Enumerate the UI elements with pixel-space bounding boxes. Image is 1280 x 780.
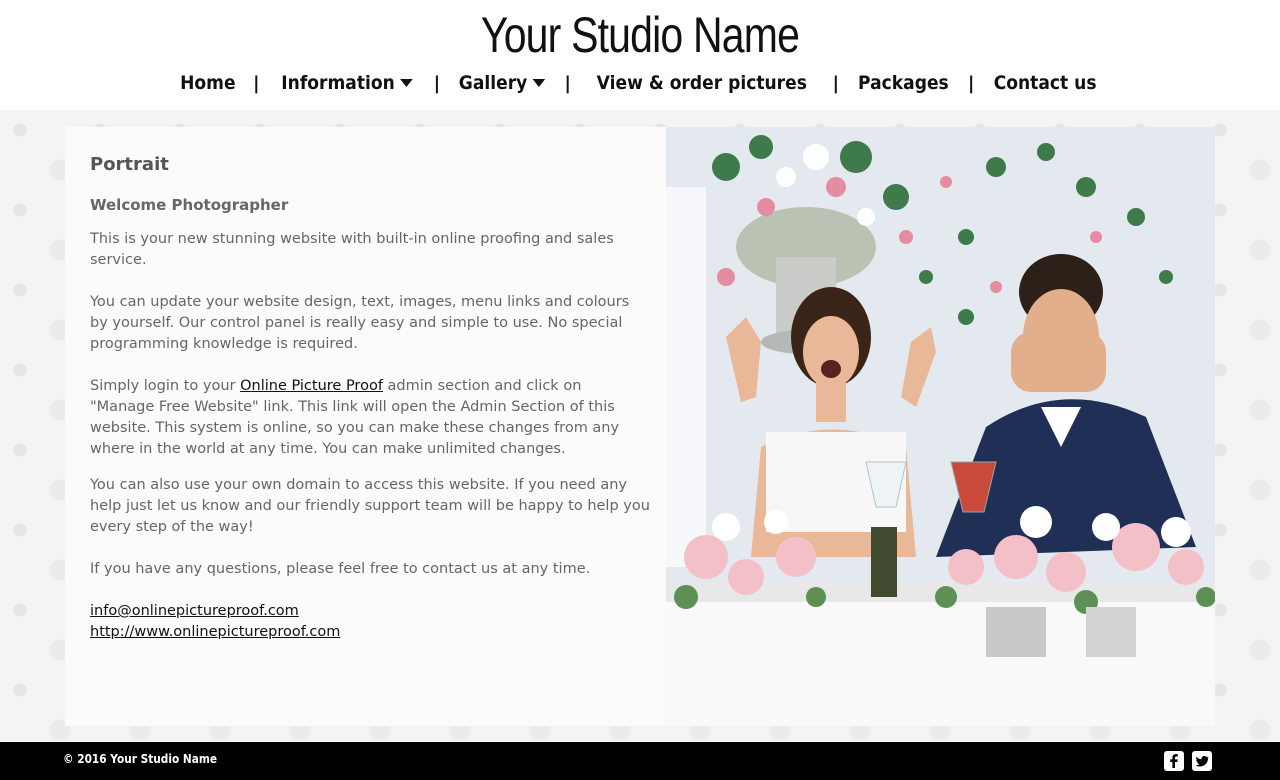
nav-information-label: Information (280, 72, 395, 94)
email-link[interactable]: info@onlinepictureproof.com (90, 601, 650, 622)
nav-packages-label: Packages (858, 72, 949, 94)
nav-packages[interactable]: Packages (858, 72, 949, 94)
paragraph-domain: You can also use your own domain to acce… (90, 477, 650, 535)
paragraph-login-text-a: Simply login to your (90, 378, 241, 394)
nav-gallery-label: Gallery (459, 72, 528, 94)
facebook-icon[interactable] (1164, 751, 1184, 771)
paragraph-questions: If you have any questions, please feel f… (90, 561, 591, 577)
caret-down-icon (532, 79, 546, 87)
online-picture-proof-link[interactable]: Online Picture Proof (240, 378, 383, 394)
wedding-photo (666, 127, 1215, 726)
nav-separator: | (433, 72, 441, 94)
panel-content: Portrait Welcome Photographer This is yo… (90, 153, 650, 643)
site-header: Your Studio Name Home | Information | Ga… (0, 0, 1280, 110)
website-link[interactable]: http://www.onlinepictureproof.com (90, 622, 650, 643)
nav-separator: | (967, 72, 975, 94)
nav-separator: | (832, 72, 840, 94)
paragraph-update: You can update your website design, text… (90, 294, 630, 352)
nav-contact-us[interactable]: Contact us (994, 72, 1097, 94)
wedding-photo-graphic (666, 127, 1215, 726)
paragraph-intro: This is your new stunning website with b… (90, 231, 614, 268)
nav-home-label: Home (180, 72, 236, 94)
copyright-text: © 2016 Your Studio Name (63, 752, 218, 766)
page-subtitle: Welcome Photographer (90, 196, 289, 214)
nav-home[interactable]: Home (180, 72, 235, 94)
nav-view-order-pictures[interactable]: View & order pictures (597, 72, 807, 94)
nav-view-order-label: View & order pictures (596, 72, 807, 94)
nav-contact-us-label: Contact us (994, 72, 1097, 94)
main-nav: Home | Information | Gallery | View & or… (0, 68, 1280, 98)
nav-separator: | (564, 72, 571, 94)
nav-separator: | (252, 72, 260, 94)
paragraph-login: Simply login to your Online Picture Proo… (90, 376, 650, 460)
site-footer: © 2016 Your Studio Name (0, 742, 1280, 780)
page-title: Portrait (90, 154, 169, 175)
studio-name[interactable]: Your Studio Name (115, 6, 1165, 64)
caret-down-icon (399, 79, 413, 87)
twitter-icon[interactable] (1192, 751, 1212, 771)
nav-gallery[interactable]: Gallery (459, 72, 546, 94)
nav-information[interactable]: Information (280, 72, 413, 94)
text-panel: Portrait Welcome Photographer This is yo… (65, 127, 666, 726)
